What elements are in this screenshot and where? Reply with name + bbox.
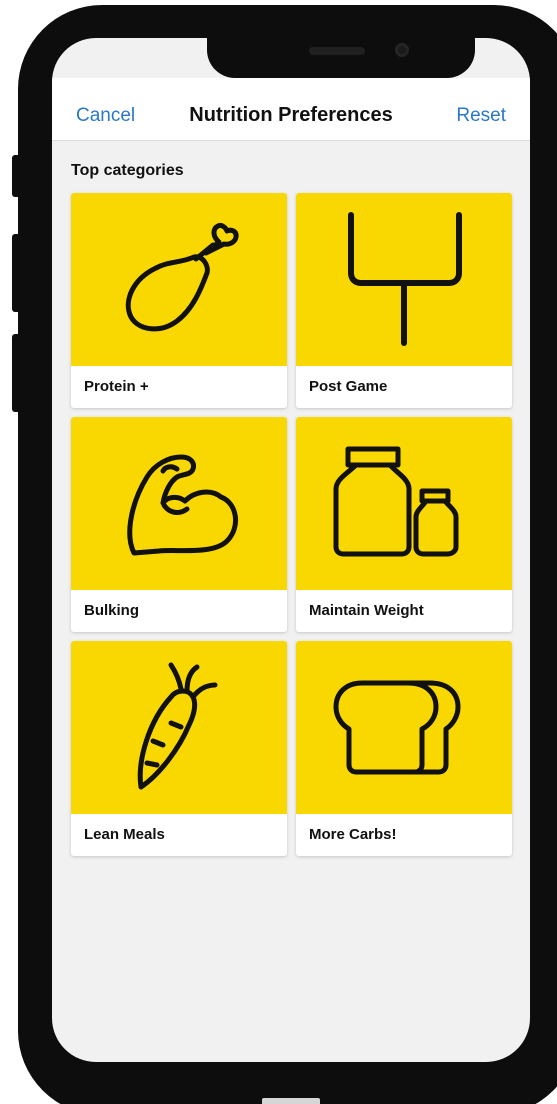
device-mockup: Cancel Nutrition Preferences Reset Top c…: [0, 0, 557, 1104]
carrot-icon: [137, 662, 218, 790]
category-image: [296, 417, 512, 590]
section-title: Top categories: [71, 162, 184, 179]
device-notch: [207, 38, 475, 78]
bottom-edge-mark: [262, 1098, 320, 1104]
category-label: Lean Meals: [84, 826, 165, 843]
category-image: [71, 641, 287, 814]
category-card-protein[interactable]: Protein +: [71, 193, 287, 408]
category-card-post-game[interactable]: Post Game: [296, 193, 512, 408]
category-label: Post Game: [309, 378, 388, 395]
category-card-more-carbs[interactable]: More Carbs!: [296, 641, 512, 856]
app-screen: Cancel Nutrition Preferences Reset Top c…: [52, 38, 530, 1062]
navigation-bar: Cancel Nutrition Preferences Reset: [52, 78, 530, 141]
flexed-bicep-icon: [127, 454, 238, 556]
category-card-lean-meals[interactable]: Lean Meals: [71, 641, 287, 856]
category-card-maintain-weight[interactable]: Maintain Weight: [296, 417, 512, 632]
chicken-leg-icon: [125, 223, 239, 332]
category-image: [71, 193, 287, 366]
category-image: [71, 417, 287, 590]
category-label: Bulking: [84, 602, 139, 619]
goal-post-icon: [348, 212, 462, 346]
category-label: More Carbs!: [309, 826, 397, 843]
category-label: Maintain Weight: [309, 602, 424, 619]
category-image: [296, 193, 512, 366]
category-image: [296, 641, 512, 814]
bread-icon: [333, 680, 461, 775]
category-card-bulking[interactable]: Bulking: [71, 417, 287, 632]
reset-button[interactable]: Reset: [456, 105, 506, 127]
speaker-grille: [309, 47, 365, 55]
category-label: Protein +: [84, 378, 149, 395]
weights-icon: [333, 446, 459, 557]
front-camera: [395, 43, 409, 57]
